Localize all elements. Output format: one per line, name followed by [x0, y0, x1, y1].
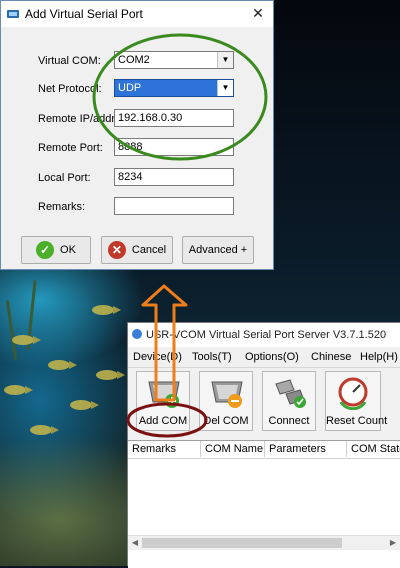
- del-com-label: Del COM: [203, 415, 249, 427]
- ok-label: OK: [60, 244, 76, 256]
- dialog-body: Virtual COM: COM2 ▼ Net Protocol: UDP ▼ …: [1, 27, 273, 269]
- virtual-com-select[interactable]: COM2 ▼: [114, 51, 234, 69]
- x-circle-icon: ✕: [107, 241, 126, 259]
- menu-device[interactable]: Device(D): [133, 351, 182, 363]
- vcom-app-window: USR-VCOM Virtual Serial Port Server V3.7…: [127, 322, 400, 568]
- connect-button[interactable]: Connect: [262, 371, 316, 431]
- remarks-label: Remarks:: [38, 201, 86, 213]
- app-icon: [132, 329, 142, 339]
- connect-plug-icon: [275, 379, 306, 408]
- add-virtual-serial-port-dialog: Add Virtual Serial Port ✕ Virtual COM: C…: [0, 0, 274, 270]
- fish: [4, 385, 33, 395]
- cancel-label: Cancel: [131, 244, 167, 256]
- remote-port-input[interactable]: 8888: [114, 138, 234, 156]
- reset-count-label: Reset Count: [326, 415, 388, 427]
- check-circle-icon: ✓: [36, 241, 55, 259]
- app-titlebar: USR-VCOM Virtual Serial Port Server V3.7…: [128, 323, 400, 347]
- menu-options[interactable]: Options(O): [245, 351, 299, 363]
- virtual-com-label: Virtual COM:: [38, 55, 101, 67]
- table-header: Remarks COM Name Parameters COM State: [128, 441, 400, 459]
- dialog-title: Add Virtual Serial Port: [25, 7, 143, 21]
- remote-port-label: Remote Port:: [38, 142, 103, 154]
- menubar: Device(D) Tools(T) Options(O) Chinese He…: [128, 347, 400, 368]
- scroll-right-icon[interactable]: ▶: [386, 536, 400, 550]
- del-com-button[interactable]: Del COM: [199, 371, 253, 431]
- fish: [96, 370, 125, 380]
- local-port-input[interactable]: 8234: [114, 168, 234, 186]
- local-port-row: Local Port: 8234: [1, 168, 273, 188]
- ok-button[interactable]: ✓ OK: [21, 236, 91, 264]
- remarks-input[interactable]: [114, 197, 234, 215]
- column-header-remarks[interactable]: Remarks: [128, 441, 201, 457]
- reset-count-button[interactable]: Reset Count: [325, 371, 388, 431]
- remote-port-row: Remote Port: 8888: [1, 138, 273, 158]
- dialog-titlebar: Add Virtual Serial Port ✕: [1, 1, 273, 28]
- virtual-com-value: COM2: [118, 54, 150, 66]
- chevron-down-icon[interactable]: ▼: [217, 80, 233, 96]
- remote-ip-input[interactable]: 192.168.0.30: [114, 109, 234, 127]
- column-header-com-name[interactable]: COM Name: [201, 441, 265, 457]
- horizontal-scrollbar[interactable]: ◀ ▶: [128, 535, 400, 550]
- fish: [48, 360, 77, 370]
- chevron-down-icon[interactable]: ▼: [217, 52, 233, 68]
- remote-ip-label: Remote IP/addr:: [38, 113, 119, 125]
- menu-tools[interactable]: Tools(T): [192, 351, 232, 363]
- com-table: Remarks COM Name Parameters COM State ◀ …: [128, 440, 400, 568]
- add-com-label: Add COM: [138, 415, 188, 427]
- fish: [30, 425, 59, 435]
- fish: [70, 400, 99, 410]
- advanced-label: Advanced +: [188, 244, 248, 256]
- seaweed: [5, 300, 18, 360]
- local-port-label: Local Port:: [38, 172, 91, 184]
- scrollbar-thumb[interactable]: [142, 538, 342, 548]
- remote-ip-row: Remote IP/addr: 192.168.0.30: [1, 109, 273, 129]
- net-protocol-value: UDP: [118, 82, 142, 94]
- toolbar: Add COM Del COM Connect Reset Count: [128, 368, 400, 432]
- connect-label: Connect: [268, 415, 310, 427]
- app-title: USR-VCOM Virtual Serial Port Server V3.7…: [146, 329, 387, 341]
- serial-connector-remove-icon: [211, 381, 243, 408]
- column-header-com-state[interactable]: COM State: [347, 441, 400, 457]
- cancel-button[interactable]: ✕ Cancel: [101, 236, 173, 264]
- fish: [92, 305, 121, 315]
- scroll-left-icon[interactable]: ◀: [128, 536, 142, 550]
- close-icon[interactable]: ✕: [243, 1, 273, 26]
- serial-connector-add-icon: [148, 381, 180, 408]
- net-protocol-select[interactable]: UDP ▼: [114, 79, 234, 97]
- menu-chinese[interactable]: Chinese: [311, 351, 351, 363]
- net-protocol-label: Net Protocol:: [38, 83, 102, 95]
- fish: [12, 335, 41, 345]
- column-header-parameters[interactable]: Parameters: [265, 441, 347, 457]
- add-com-button[interactable]: Add COM: [136, 371, 190, 431]
- remarks-row: Remarks:: [1, 197, 273, 217]
- menu-help[interactable]: Help(H): [360, 351, 398, 363]
- app-icon: [7, 10, 19, 18]
- gauge-reset-icon: [338, 377, 368, 410]
- net-protocol-row: Net Protocol: UDP ▼: [1, 79, 273, 99]
- advanced-button[interactable]: Advanced +: [182, 236, 254, 264]
- virtual-com-row: Virtual COM: COM2 ▼: [1, 51, 273, 71]
